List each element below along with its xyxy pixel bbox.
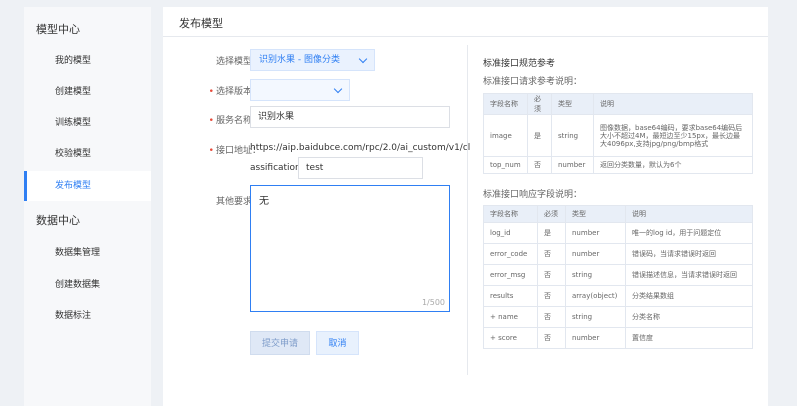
table-cell: error_msg <box>483 264 538 286</box>
sidebar-item-validate-model[interactable]: 校验模型 <box>24 139 151 169</box>
column-header: 说明 <box>625 205 753 223</box>
table-header-row: 字段名称 必须 类型 说明 <box>483 93 753 115</box>
table-cell: 否 <box>537 243 566 265</box>
vertical-divider <box>467 45 468 375</box>
table-cell: 返回分类数量，默认为6个 <box>593 156 753 174</box>
table-cell: number <box>565 327 626 349</box>
other-requirements-value: 无 <box>259 196 269 207</box>
response-title: 标准接口响应字段说明： <box>483 190 583 200</box>
column-header: 说明 <box>593 93 753 115</box>
title-divider <box>163 36 768 37</box>
table-row: image 是 string 图像数据，base64编码，要求base64编码后… <box>483 114 753 157</box>
column-header: 字段名称 <box>483 205 538 223</box>
chevron-down-icon <box>333 84 343 94</box>
table-cell: 置信度 <box>625 327 753 349</box>
sidebar-item-create-model[interactable]: 创建模型 <box>24 77 151 107</box>
table-row: top_num 否 number 返回分类数量，默认为6个 <box>483 156 753 174</box>
other-requirements-textarea[interactable]: 无 1/500 <box>250 185 450 312</box>
column-header: 类型 <box>565 205 626 223</box>
main-panel: 发布模型 选择模型： 识别水果 - 图像分类 • 选择版本： • 服务名称： 识别水… <box>163 7 768 406</box>
table-cell: string <box>565 264 626 286</box>
api-url-line1: https://aip.baidubce.com/rpc/2.0/ai_cust… <box>250 143 471 153</box>
model-select[interactable]: 识别水果 - 图像分类 <box>250 49 375 71</box>
column-header: 必须 <box>527 93 552 115</box>
request-table: 字段名称 必须 类型 说明 image 是 string 图像数据，base64… <box>483 93 753 174</box>
table-header-row: 字段名称 必须 类型 说明 <box>483 205 753 223</box>
api-label: • 接口地址： <box>208 146 261 156</box>
table-cell: results <box>483 285 538 307</box>
table-cell: 错误描述信息，当请求错误时返回 <box>625 264 753 286</box>
table-cell: 图像数据，base64编码，要求base64编码后大小不超过4M，最短边至少15… <box>593 114 753 157</box>
sidebar: 模型中心 我的模型 创建模型 训练模型 校验模型 发布模型 数据中心 数据集管理… <box>24 7 151 406</box>
request-title: 标准接口请求参考说明： <box>483 77 583 87</box>
table-cell: string <box>551 114 594 157</box>
model-select-value: 识别水果 - 图像分类 <box>259 55 340 65</box>
table-cell: 是 <box>527 114 552 157</box>
reference-title: 标准接口规范参考 <box>483 59 556 69</box>
table-cell: + name <box>483 306 538 328</box>
table-row: error_code 否 number 错误码，当请求错误时返回 <box>483 243 753 265</box>
sidebar-item-train-model[interactable]: 训练模型 <box>24 108 151 138</box>
table-cell: 否 <box>537 327 566 349</box>
submit-button[interactable]: 提交申请 <box>250 331 310 355</box>
table-row: log_id 是 number 唯一的log id，用于问题定位 <box>483 222 753 244</box>
api-suffix-input[interactable]: test <box>298 157 423 179</box>
table-cell: 分类名称 <box>625 306 753 328</box>
response-table: 字段名称 必须 类型 说明 log_id 是 number 唯一的log id，… <box>483 205 753 349</box>
table-cell: top_num <box>483 156 528 174</box>
table-cell: 错误码，当请求错误时返回 <box>625 243 753 265</box>
version-label: • 选择版本： <box>208 87 261 97</box>
char-counter: 1/500 <box>421 298 445 307</box>
table-row: + name 否 string 分类名称 <box>483 306 753 328</box>
table-cell: string <box>565 306 626 328</box>
column-header: 必须 <box>537 205 566 223</box>
table-cell: 唯一的log id，用于问题定位 <box>625 222 753 244</box>
sidebar-item-dataset-manage[interactable]: 数据集管理 <box>24 238 151 268</box>
sidebar-item-my-models[interactable]: 我的模型 <box>24 46 151 76</box>
data-center-heading: 数据中心 <box>36 214 80 227</box>
page-title: 发布模型 <box>179 17 223 30</box>
table-cell: 否 <box>537 264 566 286</box>
table-row: + score 否 number 置信度 <box>483 327 753 349</box>
sidebar-item-publish-model[interactable]: 发布模型 <box>24 171 151 201</box>
sidebar-item-create-dataset[interactable]: 创建数据集 <box>24 270 151 300</box>
table-cell: 否 <box>537 306 566 328</box>
api-url-line2: assification/ <box>250 163 304 173</box>
service-name-input[interactable]: 识别水果 <box>250 106 450 128</box>
table-cell: number <box>565 243 626 265</box>
table-cell: + score <box>483 327 538 349</box>
column-header: 字段名称 <box>483 93 528 115</box>
table-cell: image <box>483 114 528 157</box>
version-select[interactable] <box>250 79 350 101</box>
table-cell: 否 <box>527 156 552 174</box>
chevron-down-icon <box>358 54 368 64</box>
table-cell: 是 <box>537 222 566 244</box>
sidebar-item-data-labeling[interactable]: 数据标注 <box>24 301 151 331</box>
model-center-heading: 模型中心 <box>36 23 80 36</box>
model-label: 选择模型： <box>215 57 261 67</box>
table-cell: array(object) <box>565 285 626 307</box>
column-header: 类型 <box>551 93 594 115</box>
table-cell: number <box>565 222 626 244</box>
table-row: error_msg 否 string 错误描述信息，当请求错误时返回 <box>483 264 753 286</box>
table-cell: error_code <box>483 243 538 265</box>
service-label: • 服务名称： <box>208 116 261 126</box>
table-cell: number <box>551 156 594 174</box>
cancel-button[interactable]: 取消 <box>316 331 359 355</box>
table-row: results 否 array(object) 分类结果数组 <box>483 285 753 307</box>
table-cell: 否 <box>537 285 566 307</box>
other-label: 其他要求： <box>215 197 261 207</box>
table-cell: log_id <box>483 222 538 244</box>
table-cell: 分类结果数组 <box>625 285 753 307</box>
